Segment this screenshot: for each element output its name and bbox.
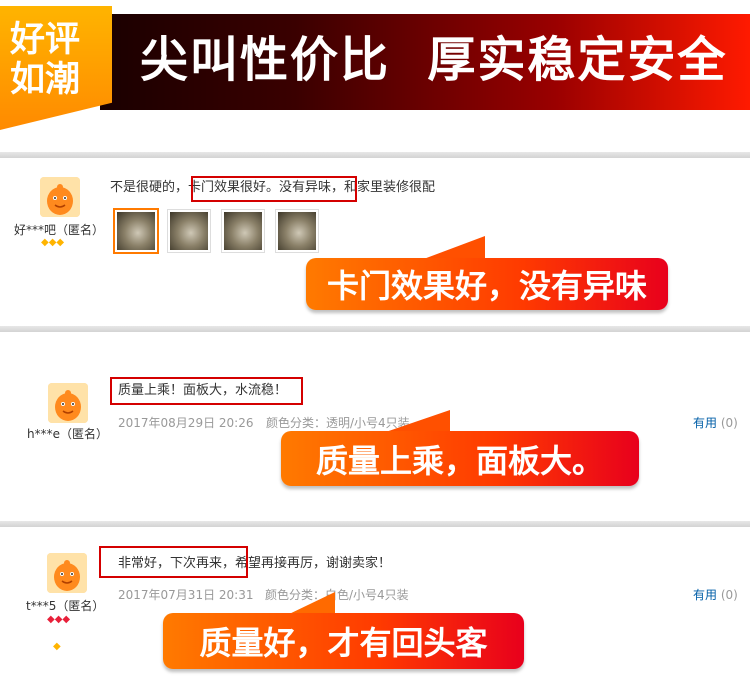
banner-slogan: 尖叫性价比 厚实稳定安全 [140,32,728,88]
review-date: 2017年07月31日 20:31 [118,588,254,602]
diamond-icon: ◆◆◆ [47,614,71,625]
diamond-icon: ◆ [53,641,61,652]
callout-banner: 质量上乘，面板大。 [281,431,639,486]
praise-badge-text: 好评 如潮 [10,20,81,100]
useful-button[interactable]: 有用 (0) [693,414,738,431]
callout-banner: 卡门效果好，没有异味 [306,258,668,310]
useful-button[interactable]: 有用 (0) [693,586,738,603]
username: 好***吧（匿名） [14,223,105,237]
highlight-box [99,546,248,578]
review-photo[interactable] [275,209,319,253]
username: h***e（匿名） [27,427,108,441]
diamond-icon: ◆◆◆ [41,237,65,248]
user-avatar [48,383,88,423]
avatar-icon [48,383,88,423]
user-avatar [40,177,80,217]
review-photo[interactable] [221,209,265,253]
review-photo[interactable] [167,209,211,253]
highlight-box [191,176,357,202]
username: t***5（匿名） [26,599,105,613]
review-date: 2017年08月29日 20:26 [118,416,254,430]
avatar-icon [47,553,87,593]
user-avatar [47,553,87,593]
divider [0,152,750,158]
divider [0,326,750,332]
review-photo[interactable] [113,208,159,254]
avatar-icon [40,177,80,217]
highlight-box [110,377,303,405]
divider [0,521,750,527]
callout-banner: 质量好，才有回头客 [163,613,524,669]
